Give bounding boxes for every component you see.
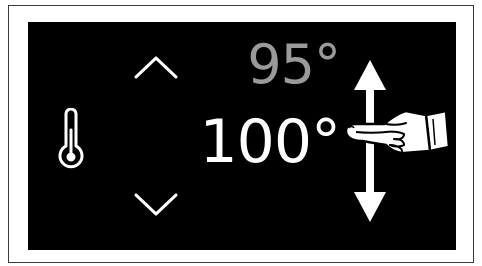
chevron-down-icon[interactable] <box>133 192 179 218</box>
thermometer-icon <box>58 108 84 169</box>
previous-temperature-value: 95° <box>247 33 341 96</box>
chevron-up-icon[interactable] <box>133 54 179 80</box>
current-temperature-value: 100° <box>199 107 341 177</box>
pointing-hand-icon <box>344 109 450 155</box>
